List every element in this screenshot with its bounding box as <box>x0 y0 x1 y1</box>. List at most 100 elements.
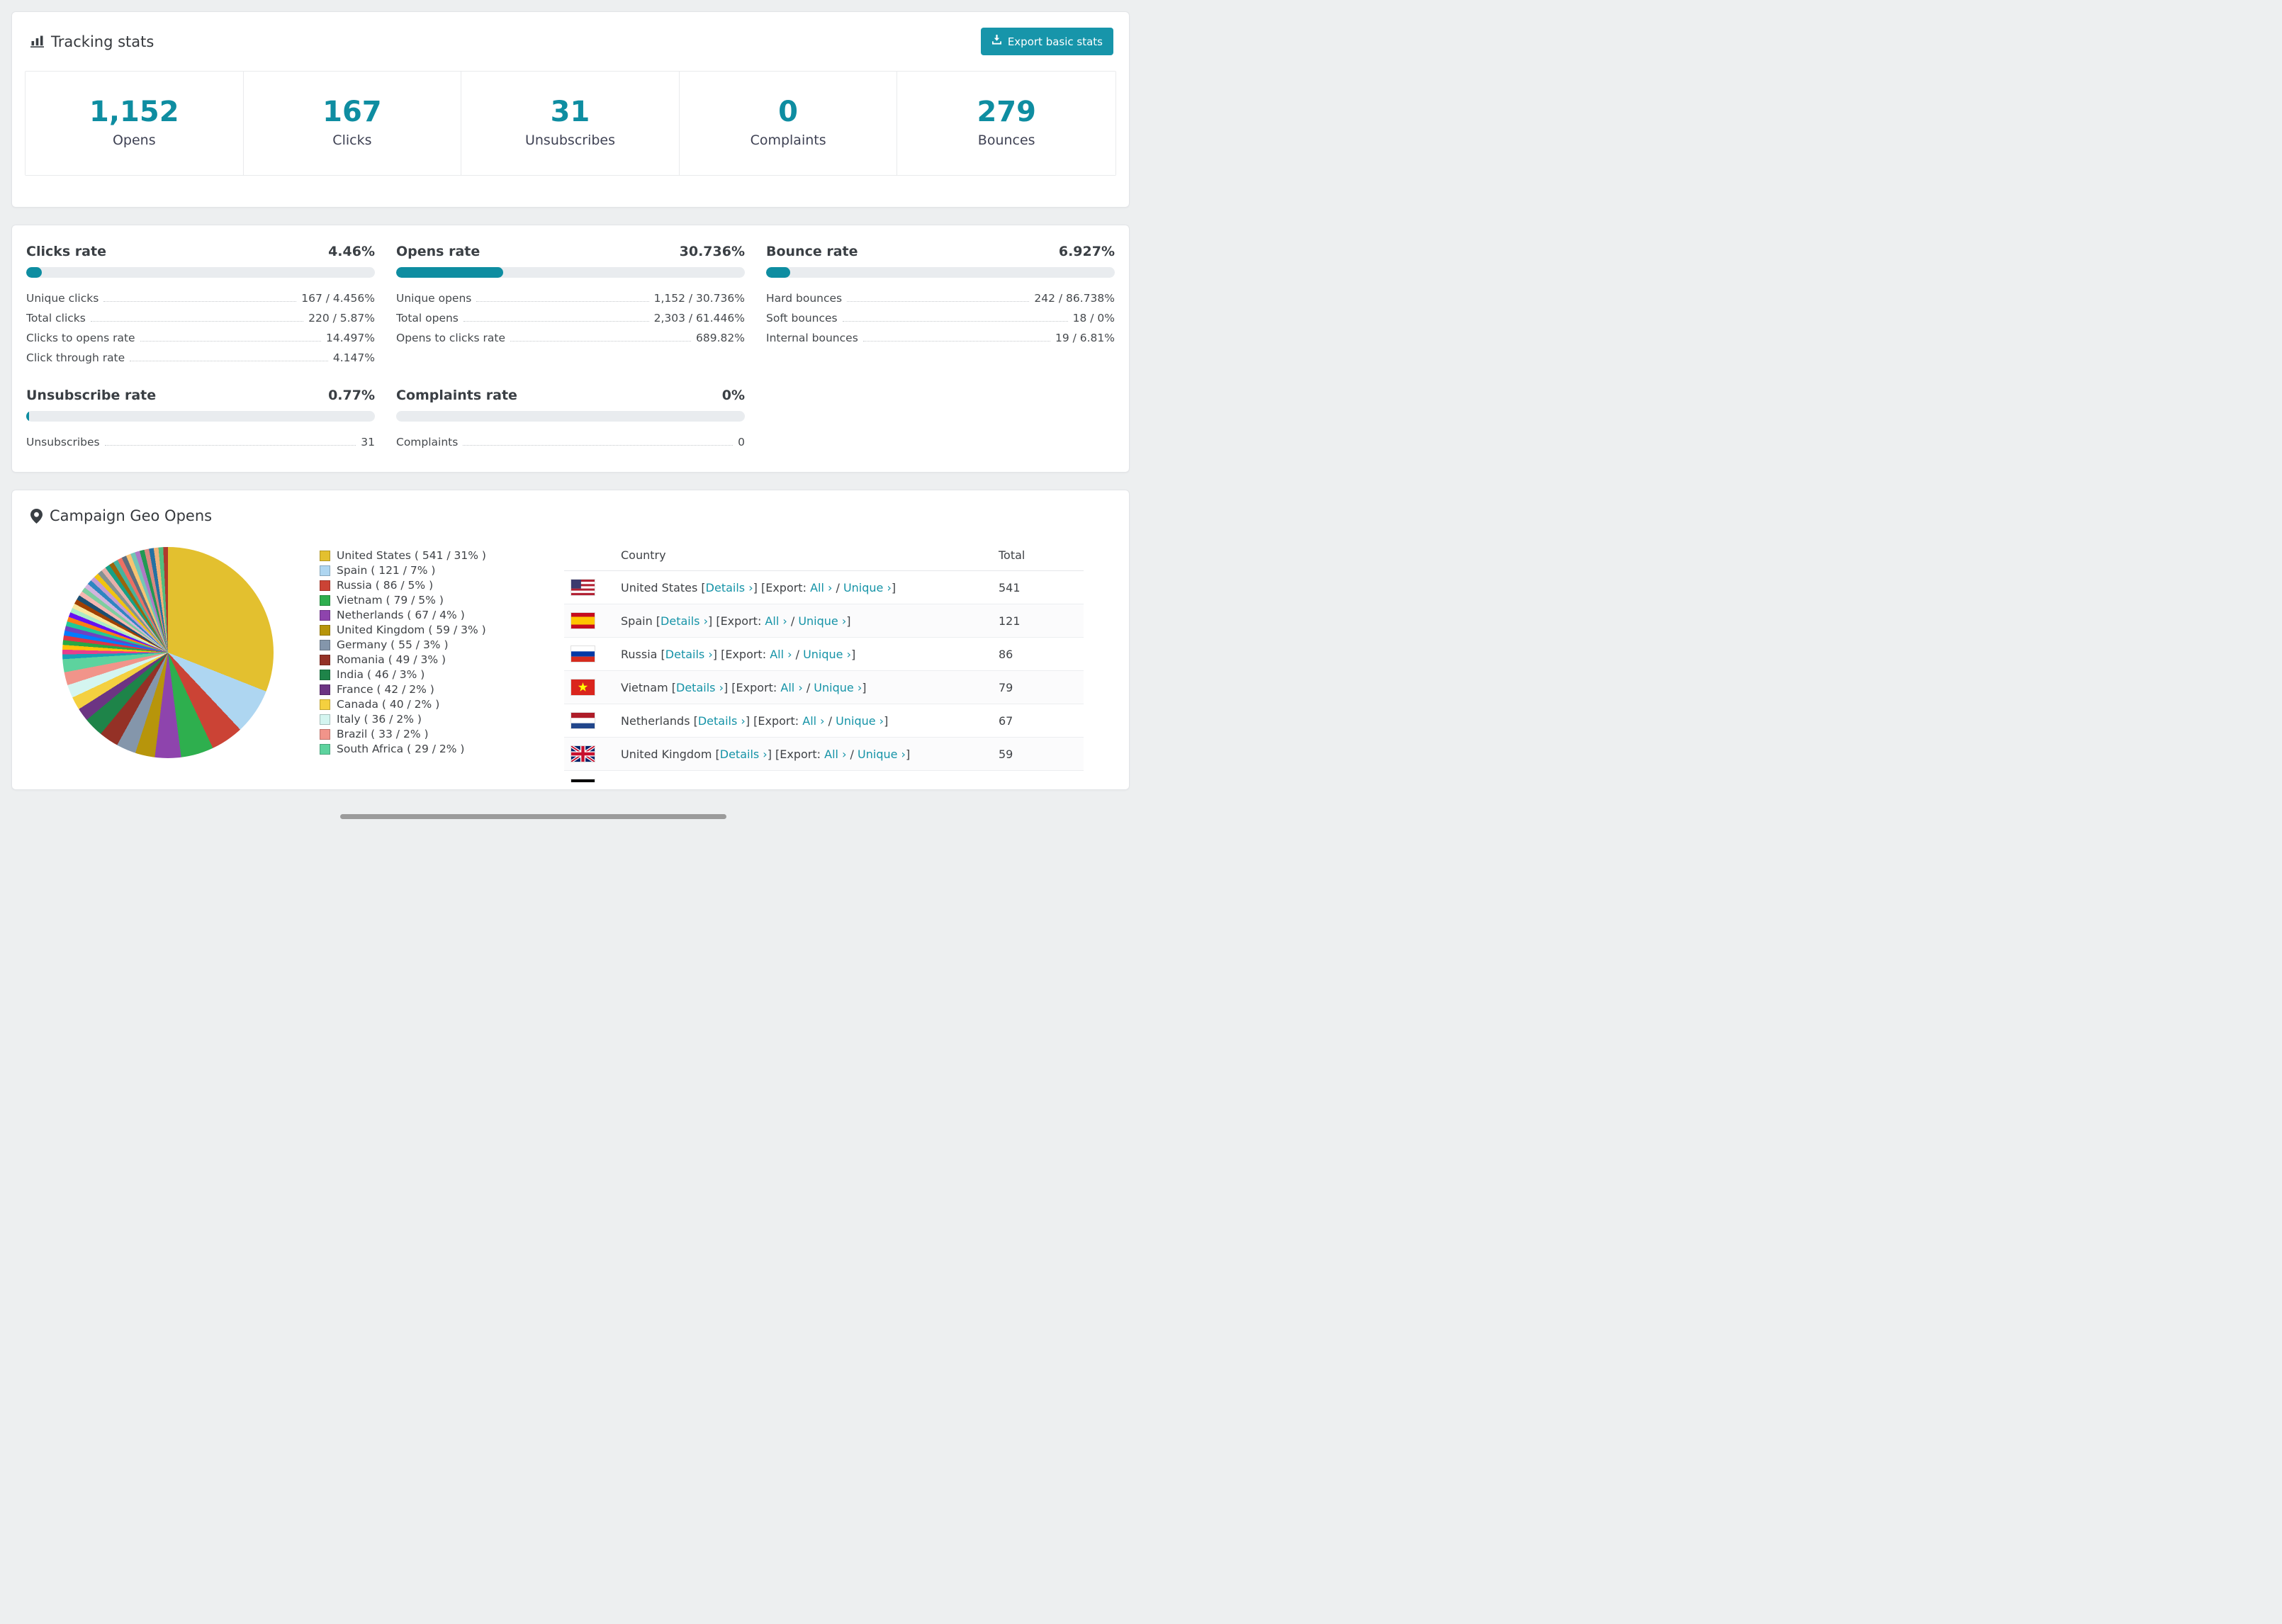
export-button-label: Export basic stats <box>1007 35 1103 48</box>
export-all-link[interactable]: All › <box>765 614 787 628</box>
geo-opens-pie-chart <box>62 547 274 758</box>
export-all-link[interactable]: All › <box>802 714 824 728</box>
legend-label: United Kingdom ( 59 / 3% ) <box>337 624 486 636</box>
export-all-link[interactable]: All › <box>824 748 846 761</box>
legend-item: Spain ( 121 / 7% ) <box>320 563 564 578</box>
tracking-stats-header: Tracking stats Export basic stats <box>25 25 1116 71</box>
details-link[interactable]: Details › <box>720 748 768 761</box>
flag-column-header <box>564 540 614 571</box>
legend-label: Brazil ( 33 / 2% ) <box>337 728 429 740</box>
export-unique-link[interactable]: Unique › <box>836 714 884 728</box>
total-column-header: Total <box>991 540 1084 571</box>
export-unique-link[interactable]: Unique › <box>819 781 867 783</box>
dotted-leader <box>476 301 649 302</box>
geo-table-body: United States [Details ›] [Export: All ›… <box>564 570 1084 783</box>
stat-cell: 31 Unsubscribes <box>461 72 680 175</box>
country-name: Germany <box>621 781 673 783</box>
rate-stat-label: Hard bounces <box>766 292 843 305</box>
rate-stat-label: Unsubscribes <box>26 436 100 449</box>
table-row: Germany [Details ›] [Export: All › / Uni… <box>564 770 1084 783</box>
legend-swatch <box>320 655 330 665</box>
rate-section-header: Unsubscribe rate 0.77% <box>26 388 375 403</box>
details-link[interactable]: Details › <box>676 681 724 694</box>
dotted-leader <box>862 341 1050 342</box>
rate-stat-row: Clicks to opens rate 14.497% <box>26 328 375 348</box>
legend-item: Russia ( 86 / 5% ) <box>320 578 564 593</box>
rate-section-header: Opens rate 30.736% <box>396 244 745 259</box>
export-unique-link[interactable]: Unique › <box>843 581 892 594</box>
tracking-stats-title-text: Tracking stats <box>51 33 154 50</box>
table-row: United Kingdom [Details ›] [Export: All … <box>564 737 1084 771</box>
export-all-link[interactable]: All › <box>770 648 792 661</box>
progress-bar-fill <box>26 267 42 278</box>
legend-label: Germany ( 55 / 3% ) <box>337 638 449 651</box>
progress-bar <box>766 267 1115 278</box>
table-row: Vietnam [Details ›] [Export: All › / Uni… <box>564 670 1084 704</box>
rate-section: Opens rate 30.736% Unique opens 1,152 / 30.… <box>396 244 745 368</box>
rate-section-header: Clicks rate 4.46% <box>26 244 375 259</box>
stat-cell: 279 Bounces <box>897 72 1115 175</box>
total-cell: 67 <box>991 704 1084 738</box>
rate-stat-value: 0 <box>738 436 745 449</box>
details-link[interactable]: Details › <box>698 714 746 728</box>
export-label: Export: <box>725 647 767 661</box>
export-unique-link[interactable]: Unique › <box>814 681 862 694</box>
country-name: Spain <box>621 614 653 628</box>
legend-swatch <box>320 729 330 740</box>
stat-value: 31 <box>550 96 590 128</box>
country-cell: Netherlands [Details ›] [Export: All › /… <box>614 704 991 738</box>
export-unique-link[interactable]: Unique › <box>798 614 846 628</box>
table-row: Spain [Details ›] [Export: All › / Uniqu… <box>564 604 1084 638</box>
progress-bar <box>26 267 375 278</box>
details-link[interactable]: Details › <box>706 581 753 594</box>
legend-swatch <box>320 744 330 755</box>
rate-section-header: Bounce rate 6.927% <box>766 244 1115 259</box>
rate-title: Bounce rate <box>766 244 858 259</box>
rates-grid: Clicks rate 4.46% Unique clicks 167 / 4.456… <box>26 244 1115 452</box>
stat-value: 0 <box>778 96 799 128</box>
rate-section: Complaints rate 0% Complaints 0 <box>396 388 745 452</box>
legend-item: Netherlands ( 67 / 4% ) <box>320 608 564 623</box>
export-label: Export: <box>720 614 762 628</box>
country-flag-icon <box>564 670 614 704</box>
export-all-link[interactable]: All › <box>780 681 802 694</box>
total-cell: 86 <box>991 637 1084 671</box>
country-name: United States <box>621 580 698 594</box>
rate-title: Opens rate <box>396 244 480 259</box>
export-label: Export: <box>765 580 806 594</box>
country-name: Russia <box>621 647 658 661</box>
rate-section: Unsubscribe rate 0.77% Unsubscribes 31 <box>26 388 375 452</box>
legend-label: United States ( 541 / 31% ) <box>337 549 486 562</box>
table-row: Russia [Details ›] [Export: All › / Uniq… <box>564 637 1084 671</box>
legend-label: Italy ( 36 / 2% ) <box>337 713 422 726</box>
export-unique-link[interactable]: Unique › <box>858 748 906 761</box>
table-row: United States [Details ›] [Export: All ›… <box>564 570 1084 604</box>
legend-label: France ( 42 / 2% ) <box>337 683 434 696</box>
geo-table: Country Total United States [Details ›] … <box>564 540 1084 782</box>
progress-bar <box>396 411 745 422</box>
details-link[interactable]: Details › <box>681 781 729 783</box>
rate-title: Clicks rate <box>26 244 106 259</box>
horizontal-scrollbar-thumb[interactable] <box>340 814 726 819</box>
export-all-link[interactable]: All › <box>785 781 807 783</box>
country-cell: Vietnam [Details ›] [Export: All › / Uni… <box>614 670 991 704</box>
details-link[interactable]: Details › <box>665 648 713 661</box>
rate-stat-value: 4.147% <box>332 351 375 364</box>
total-cell: 541 <box>991 570 1084 604</box>
total-cell: 79 <box>991 670 1084 704</box>
rate-stat-value: 2,303 / 61.446% <box>653 312 745 325</box>
rates-card: Clicks rate 4.46% Unique clicks 167 / 4.456… <box>11 225 1130 473</box>
rate-stat-value: 19 / 6.81% <box>1055 332 1115 344</box>
export-all-link[interactable]: All › <box>810 581 832 594</box>
export-unique-link[interactable]: Unique › <box>803 648 851 661</box>
legend-swatch <box>320 610 330 621</box>
rate-stat-value: 220 / 5.87% <box>308 312 375 325</box>
details-link[interactable]: Details › <box>661 614 708 628</box>
rate-stat-value: 242 / 86.738% <box>1034 292 1115 305</box>
rate-stat-label: Total opens <box>396 312 459 325</box>
rate-stat-label: Soft bounces <box>766 312 838 325</box>
export-basic-stats-button[interactable]: Export basic stats <box>980 28 1113 55</box>
legend-swatch <box>320 714 330 725</box>
legend-swatch <box>320 684 330 695</box>
rate-stat-row: Total clicks 220 / 5.87% <box>26 308 375 328</box>
